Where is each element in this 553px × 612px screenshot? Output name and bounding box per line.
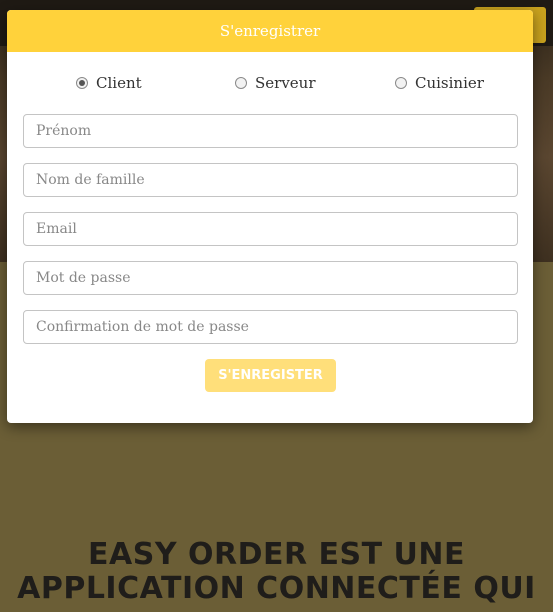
role-label-client: Client [96,74,142,92]
radio-serveur[interactable] [235,77,247,89]
radio-cuisinier[interactable] [395,77,407,89]
register-submit-button[interactable]: S'ENREGISTER [205,359,336,392]
hero-title: EASY ORDER EST UNE APPLICATION CONNECTÉE… [0,538,553,606]
role-label-serveur: Serveur [255,74,316,92]
password-confirm-input[interactable] [23,310,518,344]
radio-client[interactable] [76,77,88,89]
role-option-client[interactable]: Client [76,74,142,92]
role-label-cuisinier: Cuisinier [415,74,484,92]
last-name-input[interactable] [23,163,518,197]
first-name-input[interactable] [23,114,518,148]
role-option-cuisinier[interactable]: Cuisinier [395,74,484,92]
register-modal: S'enregistrer Client Serveur Cuisinier S… [7,10,533,423]
password-input[interactable] [23,261,518,295]
role-option-serveur[interactable]: Serveur [235,74,316,92]
role-selector: Client Serveur Cuisinier [7,74,533,96]
modal-header: S'enregistrer [7,10,533,52]
hero-title-line1: EASY ORDER EST UNE [88,537,465,572]
hero-title-line2: APPLICATION CONNECTÉE QUI [17,571,536,606]
modal-title: S'enregistrer [219,22,321,40]
email-input[interactable] [23,212,518,246]
